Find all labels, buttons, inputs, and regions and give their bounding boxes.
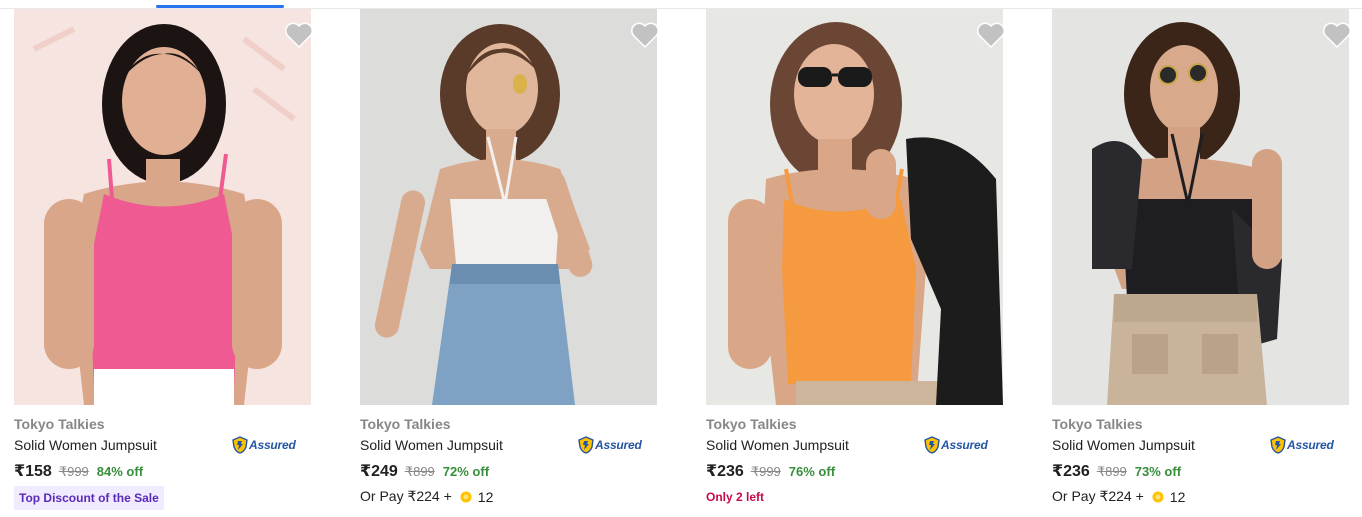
price-row: ₹249 ₹899 72% off xyxy=(360,461,489,481)
original-price: ₹899 xyxy=(1096,464,1127,479)
product-card[interactable]: Tokyo Talkies Solid Women Jumpsuit Assur… xyxy=(360,9,660,517)
discount-percent: 84% off xyxy=(96,464,144,479)
supercoin-icon xyxy=(1152,491,1164,502)
pay-amount: Or Pay ₹224 + xyxy=(1052,488,1144,504)
assured-shield-icon xyxy=(1270,436,1286,454)
product-title[interactable]: Solid Women Jumpsuit xyxy=(360,437,503,453)
coin-count: 12 xyxy=(477,488,494,505)
selling-price: ₹249 xyxy=(360,463,398,480)
discount-percent: 73% off xyxy=(1134,464,1182,479)
product-brand: Tokyo Talkies xyxy=(14,416,105,432)
product-title[interactable]: Solid Women Jumpsuit xyxy=(1052,437,1195,453)
product-image[interactable] xyxy=(14,9,311,405)
active-tab-indicator xyxy=(156,5,284,8)
product-image[interactable] xyxy=(360,9,657,405)
product-card[interactable]: Tokyo Talkies Solid Women Jumpsuit Assur… xyxy=(14,9,314,517)
selling-price: ₹236 xyxy=(706,463,744,480)
assured-shield-icon xyxy=(232,436,248,454)
original-price: ₹999 xyxy=(58,464,89,479)
heart-icon[interactable] xyxy=(1322,21,1352,49)
assured-badge: Assured xyxy=(232,435,296,455)
coin-pay-offer: Or Pay ₹224 + 12 xyxy=(360,488,493,505)
pay-amount: Or Pay ₹224 + xyxy=(360,488,452,504)
coin-pay-offer: Or Pay ₹224 + 12 xyxy=(1052,488,1185,505)
assured-label: Assured xyxy=(1287,438,1334,452)
product-image[interactable] xyxy=(1052,9,1349,405)
assured-label: Assured xyxy=(249,438,296,452)
heart-icon[interactable] xyxy=(630,21,660,49)
selling-price: ₹158 xyxy=(14,463,52,480)
assured-label: Assured xyxy=(595,438,642,452)
product-card[interactable]: Tokyo Talkies Solid Women Jumpsuit Assur… xyxy=(1052,9,1352,517)
assured-badge: Assured xyxy=(1270,435,1334,455)
assured-shield-icon xyxy=(924,436,940,454)
product-card[interactable]: Tokyo Talkies Solid Women Jumpsuit Assur… xyxy=(706,9,1006,517)
selling-price: ₹236 xyxy=(1052,463,1090,480)
coin-count: 12 xyxy=(1169,488,1186,505)
original-price: ₹899 xyxy=(404,464,435,479)
discount-percent: 76% off xyxy=(788,464,836,479)
price-row: ₹158 ₹999 84% off xyxy=(14,461,143,481)
assured-badge: Assured xyxy=(578,435,642,455)
stock-warning: Only 2 left xyxy=(706,490,765,504)
product-title[interactable]: Solid Women Jumpsuit xyxy=(14,437,157,453)
deal-badge: Top Discount of the Sale xyxy=(14,486,164,510)
original-price: ₹999 xyxy=(750,464,781,479)
price-row: ₹236 ₹899 73% off xyxy=(1052,461,1181,481)
product-brand: Tokyo Talkies xyxy=(1052,416,1143,432)
product-brand: Tokyo Talkies xyxy=(360,416,451,432)
discount-percent: 72% off xyxy=(442,464,490,479)
price-row: ₹236 ₹999 76% off xyxy=(706,461,835,481)
product-title[interactable]: Solid Women Jumpsuit xyxy=(706,437,849,453)
assured-badge: Assured xyxy=(924,435,988,455)
assured-shield-icon xyxy=(578,436,594,454)
heart-icon[interactable] xyxy=(976,21,1006,49)
product-image[interactable] xyxy=(706,9,1003,405)
supercoin-icon xyxy=(460,491,472,502)
product-brand: Tokyo Talkies xyxy=(706,416,797,432)
heart-icon[interactable] xyxy=(284,21,314,49)
assured-label: Assured xyxy=(941,438,988,452)
